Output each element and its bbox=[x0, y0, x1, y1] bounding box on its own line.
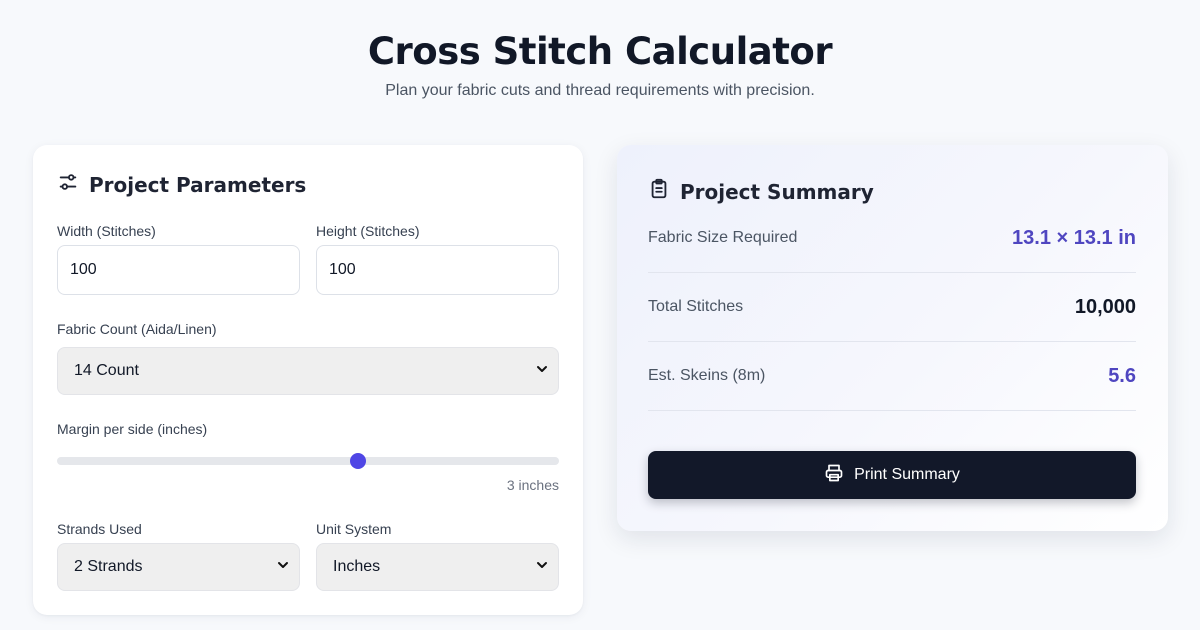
summary-row-value: 5.6 bbox=[1108, 364, 1136, 387]
width-input-value: 100 bbox=[70, 261, 97, 278]
project-parameters-header: Project Parameters bbox=[57, 171, 306, 198]
summary-row-value: 10,000 bbox=[1074, 295, 1136, 318]
project-parameters-card: Project Parameters Width (Stitches) 100 … bbox=[33, 145, 583, 615]
sliders-icon bbox=[57, 171, 79, 198]
strands-select[interactable]: 2 Strands bbox=[57, 543, 300, 591]
chevron-down-icon bbox=[536, 362, 548, 380]
project-summary-header: Project Summary bbox=[648, 178, 874, 205]
unit-system-value: Inches bbox=[333, 558, 381, 575]
summary-row-total-stitches: Total Stitches 10,000 bbox=[648, 273, 1136, 342]
summary-row-fabric-size: Fabric Size Required 13.1 × 13.1 in bbox=[648, 204, 1136, 273]
project-summary-card: Project Summary Fabric Size Required 13.… bbox=[617, 145, 1168, 531]
margin-slider-thumb[interactable] bbox=[350, 453, 367, 469]
fabric-count-label: Fabric Count (Aida/Linen) bbox=[57, 321, 217, 337]
printer-icon bbox=[824, 463, 844, 488]
print-summary-button[interactable]: Print Summary bbox=[648, 451, 1136, 499]
summary-row-value: 13.1 × 13.1 in bbox=[1012, 226, 1136, 249]
project-parameters-title: Project Parameters bbox=[89, 172, 307, 197]
height-input-value: 100 bbox=[329, 261, 356, 278]
margin-value: 3 inches bbox=[506, 477, 559, 493]
margin-slider-track[interactable] bbox=[57, 457, 559, 465]
clipboard-icon bbox=[648, 178, 670, 205]
fabric-count-select[interactable]: 14 Count bbox=[57, 347, 559, 395]
unit-system-label: Unit System bbox=[316, 521, 392, 537]
print-summary-label: Print Summary bbox=[854, 466, 960, 483]
fabric-count-value: 14 Count bbox=[74, 362, 139, 379]
width-label: Width (Stitches) bbox=[57, 223, 156, 239]
page-title: Cross Stitch Calculator bbox=[367, 30, 833, 73]
summary-row-skeins: Est. Skeins (8m) 5.6 bbox=[648, 342, 1136, 411]
summary-row-label: Fabric Size Required bbox=[648, 229, 798, 246]
chevron-down-icon bbox=[277, 558, 289, 576]
margin-label: Margin per side (inches) bbox=[57, 421, 208, 437]
chevron-down-icon bbox=[536, 558, 548, 576]
summary-row-label: Est. Skeins (8m) bbox=[648, 367, 766, 384]
width-input[interactable]: 100 bbox=[57, 245, 300, 295]
height-label: Height (Stitches) bbox=[316, 223, 420, 239]
summary-row-label: Total Stitches bbox=[648, 298, 744, 315]
strands-label: Strands Used bbox=[57, 521, 142, 537]
project-summary-title: Project Summary bbox=[680, 179, 874, 204]
page-subtitle: Plan your fabric cuts and thread require… bbox=[385, 82, 815, 99]
strands-value: 2 Strands bbox=[74, 558, 143, 575]
height-input[interactable]: 100 bbox=[316, 245, 559, 295]
unit-system-select[interactable]: Inches bbox=[316, 543, 559, 591]
